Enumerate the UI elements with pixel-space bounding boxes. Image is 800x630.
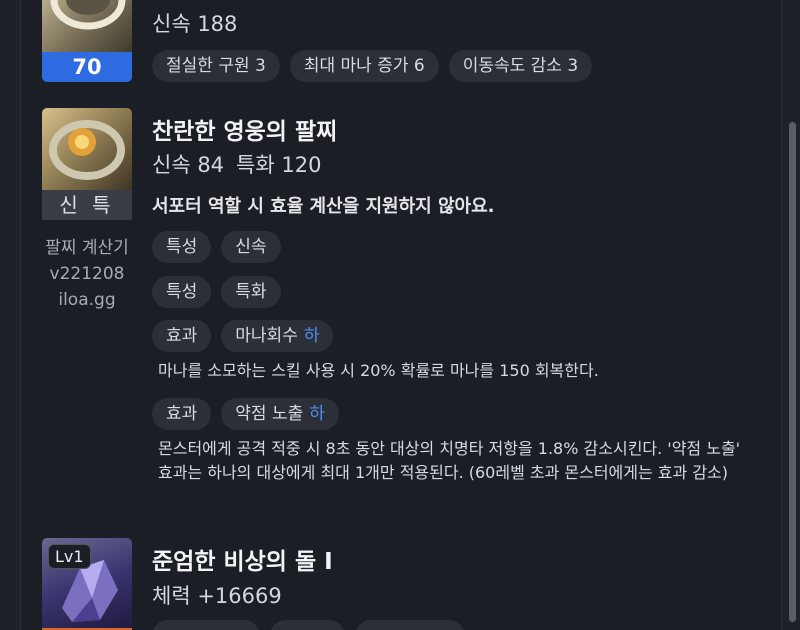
- engraving-chips: 절실한 구원 3 최대 마나 증가 6 이동속도 감소 3: [152, 50, 593, 82]
- option-description: 몬스터에게 공격 적중 시 8초 동안 대상의 치명타 저항을 1.8% 감소시…: [158, 439, 741, 482]
- stone-level-badge: Lv1: [48, 544, 91, 569]
- option-grade: 하: [303, 326, 320, 346]
- option-name-chip: 특화: [221, 276, 281, 308]
- calculator-name: 팔찌 계산기: [45, 238, 129, 258]
- engraving-chip: 최대 마나 증가 6: [289, 50, 439, 82]
- option-name: 약점 노출: [235, 404, 304, 424]
- engraving-chip: 이동속도 감소 3: [448, 50, 593, 82]
- bracelet-thumbnail[interactable]: 신 특: [42, 108, 132, 223]
- support-note: 서포터 역할 시 효율 계산을 지원하지 않아요.: [152, 196, 495, 217]
- engraving-chip: [355, 620, 465, 630]
- option-name-chip: 마나회수 하: [221, 320, 334, 352]
- option-grade: 하: [309, 404, 325, 424]
- item-stats: 신속 84 특화 120: [152, 149, 321, 179]
- item-list-panel: [20, 0, 782, 630]
- option-row: 효과 약점 노출 하: [152, 398, 339, 430]
- option-name-chip: 신속: [221, 231, 281, 263]
- engraving-chip: 절실한 구원 3: [152, 50, 280, 82]
- stat-type-badge: 신 특: [42, 190, 132, 220]
- option-row: 효과 마나회수 하: [152, 320, 334, 352]
- scrollbar[interactable]: [785, 0, 800, 630]
- bracelet-calculator-credit[interactable]: 팔찌 계산기 v221208 iloa.gg: [28, 235, 146, 313]
- item-title: 찬란한 영웅의 팔찌: [152, 119, 338, 145]
- calculator-version: v221208: [49, 264, 125, 284]
- calculator-site: iloa.gg: [58, 290, 116, 310]
- option-type-chip: 효과: [152, 320, 212, 352]
- ring-thumbnail[interactable]: 70: [42, 0, 132, 82]
- item-title: 준엄한 비상의 돌 I: [152, 549, 333, 575]
- engraving-chips: [152, 620, 465, 630]
- ability-stone-thumbnail[interactable]: Lv1: [42, 538, 132, 630]
- option-row: 특성 신속: [152, 231, 281, 263]
- item1-stat: 신속 188: [152, 12, 238, 36]
- option-name: 마나회수: [235, 326, 298, 346]
- ability-stone-icon: Lv1: [42, 538, 132, 628]
- item-level-badge: 70: [42, 52, 132, 82]
- option-type-chip: 효과: [152, 398, 212, 430]
- option-description: 마나를 소모하는 스킬 사용 시 20% 확률로 마나를 150 회복한다.: [158, 361, 599, 380]
- engraving-chip: [270, 620, 345, 630]
- scrollbar-thumb[interactable]: [789, 122, 796, 622]
- stat-value: 신속 84: [152, 153, 225, 177]
- option-type-chip: 특성: [152, 276, 212, 308]
- stat-value: 특화 120: [236, 153, 322, 177]
- option-row: 특성 특화: [152, 276, 281, 308]
- item-stat: 체력 +16669: [152, 584, 282, 608]
- option-type-chip: 특성: [152, 231, 212, 263]
- ring-icon: [42, 0, 132, 52]
- engraving-chip: [152, 620, 260, 630]
- bracelet-icon: [42, 108, 132, 190]
- option-name-chip: 약점 노출 하: [221, 398, 339, 430]
